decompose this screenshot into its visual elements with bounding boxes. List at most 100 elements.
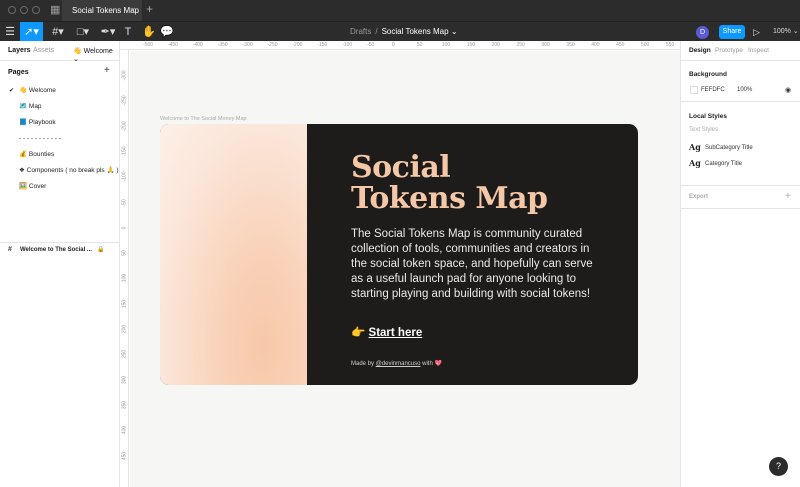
zoom-dropdown[interactable]: 100% ⌄ — [773, 22, 799, 42]
move-tool-icon[interactable]: ➚▾ — [20, 22, 43, 42]
page-item-map[interactable]: 🗺️ Map — [0, 99, 119, 115]
text-styles-label: Text Styles — [689, 127, 719, 133]
shape-tool-icon[interactable]: □▾ — [72, 22, 94, 42]
left-panel-tabs: Layers Assets 👋 Welcome ⌄ — [0, 41, 119, 63]
main-menu-icon[interactable]: ☰ — [0, 22, 20, 42]
page-item-divider[interactable]: - - - - - - - - - - - — [0, 131, 119, 147]
page-item-label: 🗺️ Map — [19, 103, 42, 110]
frame-tool-icon[interactable]: #▾ — [47, 22, 69, 42]
page-item-cover[interactable]: 🖼️ Cover — [0, 179, 119, 195]
breadcrumb: Drafts / Social Tokens Map ⌄ — [350, 22, 458, 42]
tab-prototype[interactable]: Prototype — [715, 47, 743, 54]
tab-design[interactable]: Design — [689, 47, 711, 54]
title-bar: ▦ Social Tokens Map ✕ + — [0, 0, 800, 21]
frame-icon: # — [8, 246, 12, 253]
background-section: Background FEFDFC 100% ◉ — [681, 61, 800, 102]
left-panel: Layers Assets 👋 Welcome ⌄ Pages + ✔ 👋 We… — [0, 41, 120, 487]
welcome-frame[interactable]: Social Tokens Map The Social Tokens Map … — [160, 124, 638, 385]
text-style-icon: Ag — [689, 142, 701, 152]
tab-assets[interactable]: Assets — [33, 47, 54, 54]
page-item-label: ❖ Components ( no break pls 🙏 ) — [19, 167, 119, 174]
background-opacity[interactable]: 100% — [737, 87, 752, 93]
lock-icon[interactable]: 🔒 — [97, 243, 104, 257]
start-here-label: Start here — [368, 327, 423, 339]
ruler-left-tick: 0 — [121, 226, 128, 230]
ruler-top-tick: -300 — [242, 42, 253, 48]
add-export-icon[interactable]: + — [785, 191, 791, 202]
frame-label[interactable]: Welcome to The Social Money Map — [160, 116, 247, 122]
ruler-top-tick: 500 — [641, 42, 650, 48]
pages-header: Pages + — [0, 61, 119, 83]
frame-title-line-1: Social — [351, 150, 451, 185]
local-styles-section: Local Styles Text Styles Ag SubCategory … — [681, 103, 800, 186]
check-icon: ✔ — [9, 88, 15, 94]
file-browser-icon[interactable]: ▦ — [50, 3, 60, 16]
window-zoom-dot[interactable] — [32, 6, 40, 14]
breadcrumb-separator: / — [375, 27, 378, 36]
pages-title: Pages — [8, 69, 29, 76]
style-subcategory-title[interactable]: SubCategory Title — [705, 145, 753, 151]
share-button[interactable]: Share — [719, 25, 745, 39]
background-title: Background — [689, 71, 727, 78]
page-item-label: 🖼️ Cover — [19, 183, 47, 190]
credit-prefix: Made by — [351, 361, 375, 367]
pen-tool-icon[interactable]: ✒▾ — [97, 22, 119, 42]
frame-title-line-2: Tokens Map — [351, 181, 548, 216]
ruler-top-tick: 150 — [466, 42, 476, 48]
ruler-left-tick: -250 — [121, 95, 128, 106]
breadcrumb-file[interactable]: Social Tokens Map — [382, 27, 449, 36]
frame-title: Social Tokens Map — [351, 152, 548, 214]
hand-tool-icon[interactable]: ✋ — [139, 22, 159, 42]
chevron-down-icon[interactable]: ⌄ — [451, 27, 458, 36]
window-close-dot[interactable] — [8, 6, 16, 14]
pointing-hand-icon: 👉 — [351, 327, 366, 339]
ruler-left-tick: 100 — [121, 274, 128, 283]
new-tab-icon[interactable]: + — [146, 2, 153, 16]
style-category-title[interactable]: Category Title — [705, 161, 742, 167]
text-style-icon: Ag — [689, 158, 701, 168]
comment-tool-icon[interactable]: 💬 — [157, 22, 177, 42]
zoom-value: 100% — [773, 28, 791, 35]
ruler-top-tick: -100 — [342, 42, 353, 48]
breadcrumb-folder[interactable]: Drafts — [350, 27, 371, 36]
ruler-top-tick: -500 — [143, 42, 154, 48]
ruler-top-tick: -250 — [267, 42, 278, 48]
tab-inspect[interactable]: Inspect — [748, 47, 769, 54]
page-item-welcome[interactable]: ✔ 👋 Welcome — [0, 83, 119, 99]
background-hex[interactable]: FEFDFC — [701, 87, 725, 93]
page-item-bounties[interactable]: 💰 Bounties — [0, 147, 119, 163]
page-item-components[interactable]: ❖ Components ( no break pls 🙏 ) — [0, 163, 119, 179]
start-here-link[interactable]: 👉 Start here — [351, 325, 422, 339]
credit-suffix: with 💖 — [422, 361, 442, 367]
frame-body-text: The Social Tokens Map is community curat… — [351, 228, 593, 300]
text-tool-icon[interactable]: T — [118, 22, 138, 42]
canvas[interactable]: Welcome to The Social Money Map Social T… — [130, 51, 680, 487]
ruler-top-tick: 400 — [591, 42, 600, 48]
avatar[interactable]: D — [696, 26, 709, 39]
window-minimize-dot[interactable] — [20, 6, 28, 14]
layer-row-frame[interactable]: # Welcome to The Social ... 🔒 — [0, 243, 120, 257]
toolbar: ☰ ➚▾ #▾ □▾ ✒▾ T ✋ 💬 Drafts / Social Tokens… — [0, 21, 800, 42]
ruler-top-tick: 300 — [541, 42, 550, 48]
background-swatch[interactable] — [690, 86, 698, 94]
eye-icon[interactable]: ◉ — [785, 86, 791, 94]
file-tab[interactable]: Social Tokens Map ✕ — [62, 0, 142, 21]
ruler-left-tick: -100 — [121, 171, 128, 182]
present-play-icon[interactable]: ▷ — [753, 22, 760, 42]
page-item-label: 📘 Playbook — [19, 119, 56, 126]
ruler-left-tick: 350 — [121, 400, 128, 410]
current-page-label: 👋 Welcome — [73, 48, 113, 55]
add-page-icon[interactable]: + — [104, 65, 110, 76]
ruler-left-tick: 150 — [121, 299, 128, 308]
ruler-top-tick: 50 — [416, 42, 423, 48]
tab-layers[interactable]: Layers — [8, 47, 31, 54]
close-icon[interactable]: ✕ — [129, 0, 136, 21]
credit-handle-link[interactable]: @devinmancuso — [376, 361, 421, 367]
ruler-top-tick: -150 — [317, 42, 328, 48]
ruler-left-tick: -150 — [121, 146, 128, 157]
credit-line: Made by @devinmancuso with 💖 — [351, 360, 442, 367]
gradient-panel — [160, 124, 307, 385]
page-item-playbook[interactable]: 📘 Playbook — [0, 115, 119, 131]
ruler-left-tick: 450 — [121, 451, 128, 460]
help-button[interactable]: ? — [769, 457, 788, 476]
